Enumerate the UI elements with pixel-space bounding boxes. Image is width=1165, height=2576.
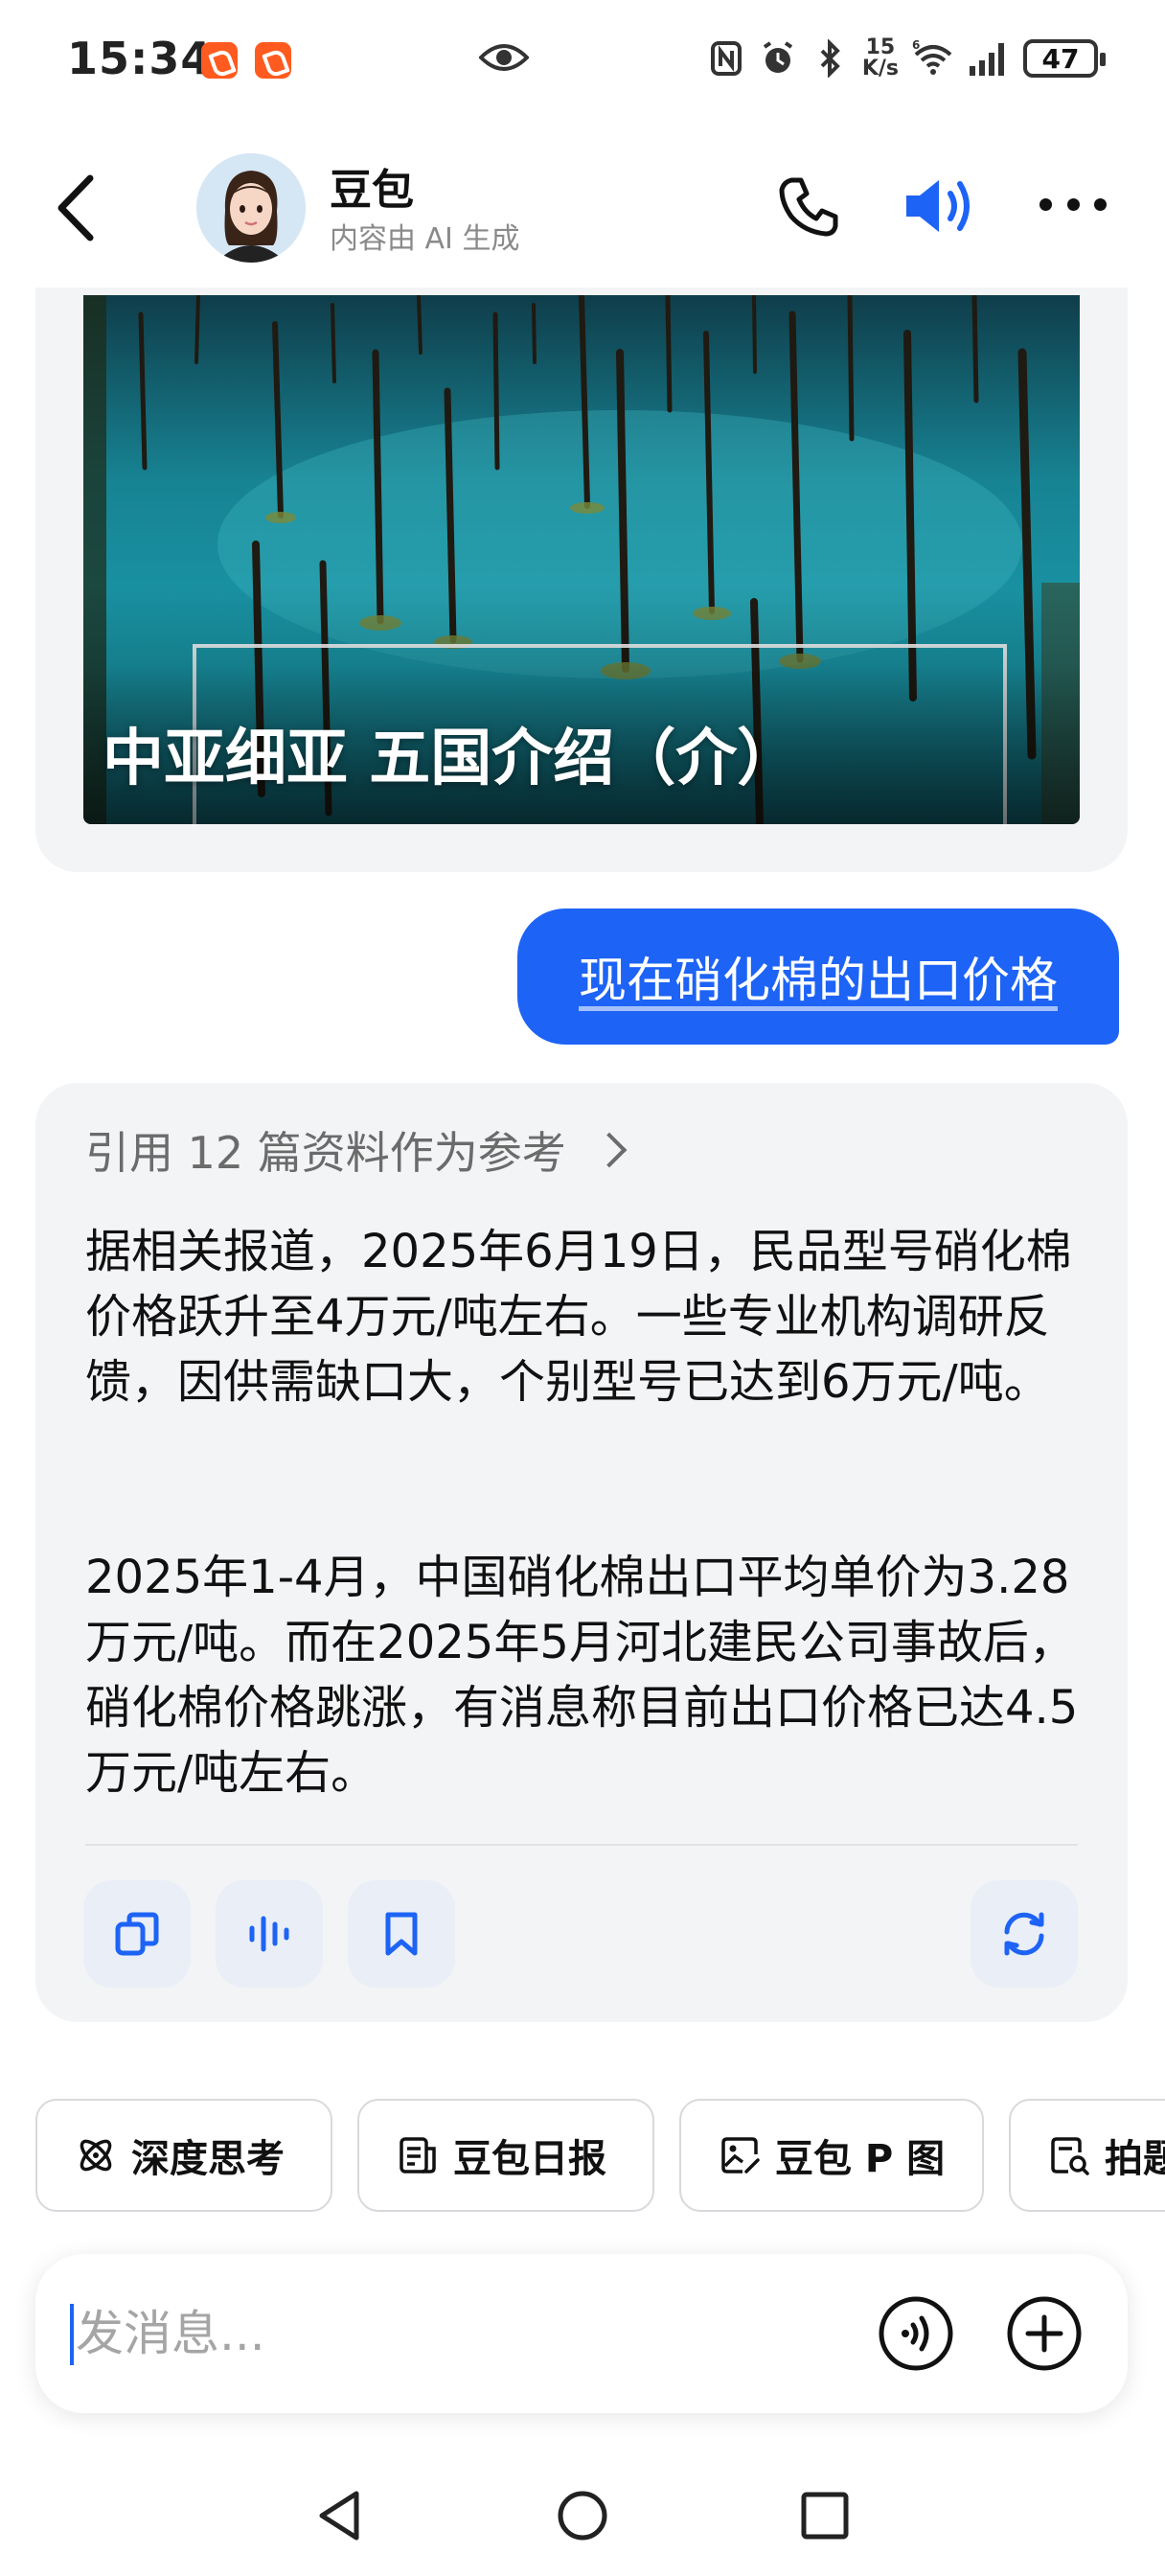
- bluetooth-icon: [820, 39, 840, 78]
- voice-input-icon[interactable]: [877, 2294, 955, 2373]
- shortcut-chips: 深度思考 豆包日报 豆包 P 图 拍题: [35, 2099, 1165, 2212]
- refresh-icon: [1004, 1912, 1044, 1956]
- message-input[interactable]: [76, 2292, 746, 2375]
- battery-indicator: 47: [1023, 39, 1106, 78]
- bot-name: 豆包: [330, 166, 414, 215]
- chip-daily-report[interactable]: 豆包日报: [357, 2099, 654, 2212]
- text-cursor: [70, 2304, 74, 2365]
- network-speed: 15 K/s: [862, 37, 899, 80]
- chip-label: 拍题: [1105, 2137, 1165, 2181]
- atom-icon: [80, 2139, 112, 2172]
- status-bar: 15:34 15 K/s 6 47: [0, 0, 1165, 115]
- audio-wave-icon: [249, 1916, 289, 1952]
- image-message-card: 中亚细亚 五国介绍（介）: [35, 288, 1128, 872]
- network-speed-unit: K/s: [861, 57, 899, 80]
- copy-button[interactable]: [83, 1880, 191, 1988]
- user-message-bubble[interactable]: 现在硝化棉的出口价格: [517, 908, 1119, 1045]
- wifi-icon: 6: [912, 39, 952, 75]
- ai-response-paragraph: 2025年1-4月，中国硝化棉出口平均单价为3.28万元/吨。而在2025年5月…: [85, 1551, 1079, 1800]
- image-edit-icon: [721, 2137, 760, 2174]
- back-button[interactable]: [48, 172, 105, 243]
- references-link[interactable]: 引用 12 篇资料作为参考: [85, 1121, 628, 1179]
- user-message-text: 现在硝化棉的出口价格: [579, 953, 1058, 1008]
- cell-signal-icon: [970, 43, 1004, 76]
- notification-app-icon: [201, 42, 238, 79]
- avatar-illustration: [196, 153, 306, 263]
- chevron-right-icon: [591, 1132, 628, 1168]
- ai-disclaimer: 内容由 AI 生成: [330, 222, 520, 256]
- network-speed-value: 15: [865, 35, 896, 59]
- chip-label: 深度思考: [131, 2137, 285, 2181]
- ai-response-paragraph: 据相关报道，2025年6月19日，民品型号硝化棉价格跃升至4万元/吨左右。一些专…: [85, 1225, 1072, 1409]
- read-aloud-button[interactable]: [216, 1880, 323, 1988]
- copy-icon: [115, 1912, 159, 1956]
- alarm-icon: [763, 41, 792, 73]
- bookmark-button[interactable]: [348, 1880, 455, 1988]
- speaker-icon[interactable]: [901, 172, 977, 240]
- nav-home-icon[interactable]: [549, 2482, 616, 2549]
- message-input-bar: [35, 2254, 1128, 2413]
- nav-back-icon[interactable]: [307, 2482, 374, 2549]
- references-label: 引用 12 篇资料作为参考: [85, 1127, 566, 1179]
- chat-header: 豆包 内容由 AI 生成: [0, 134, 1165, 278]
- bookmark-icon: [385, 1912, 418, 1956]
- chip-photo-question[interactable]: 拍题: [1009, 2099, 1165, 2212]
- ai-response-card: 引用 12 篇资料作为参考 据相关报道，2025年6月19日，民品型号硝化棉价格…: [35, 1083, 1128, 2022]
- chip-deep-thinking[interactable]: 深度思考: [35, 2099, 332, 2212]
- nfc-icon: [710, 41, 742, 76]
- notification-app-icon: [255, 42, 291, 79]
- chip-photo-edit[interactable]: 豆包 P 图: [679, 2099, 984, 2212]
- avatar[interactable]: [196, 153, 306, 263]
- status-time: 15:34: [67, 33, 213, 84]
- eye-icon: [479, 44, 529, 71]
- add-attachment-icon[interactable]: [1005, 2294, 1084, 2373]
- newspaper-icon: [400, 2137, 436, 2174]
- divider: [85, 1844, 1078, 1846]
- system-nav-bar: [0, 2453, 1165, 2576]
- phone-call-icon[interactable]: [776, 172, 843, 240]
- scan-doc-icon: [1051, 2137, 1089, 2175]
- regenerate-button[interactable]: [971, 1880, 1078, 1988]
- nav-recents-icon[interactable]: [791, 2482, 858, 2549]
- wifi-standard-label: 6: [912, 39, 920, 52]
- chip-label: 豆包 P 图: [775, 2137, 946, 2181]
- chip-label: 豆包日报: [453, 2137, 606, 2181]
- image-caption: 中亚细亚 五国介绍（介）: [103, 724, 799, 794]
- more-options-icon[interactable]: [1039, 190, 1107, 218]
